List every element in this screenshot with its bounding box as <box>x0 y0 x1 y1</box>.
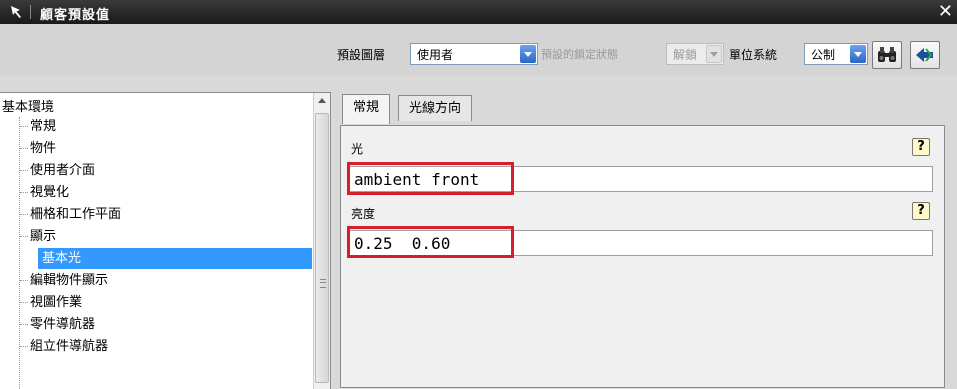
tree-item-label: 物件 <box>30 141 57 156</box>
layer-value: 使用者 <box>417 48 454 62</box>
find-button[interactable] <box>872 41 902 69</box>
tree-item-label: 組立件導航器 <box>30 339 109 354</box>
help-icon[interactable]: ? <box>912 202 930 220</box>
binoculars-icon <box>878 47 896 62</box>
tree-item-label: 柵格和工作平面 <box>30 207 122 222</box>
highlight-box-brightness <box>347 226 514 258</box>
lock-dropdown[interactable]: 解鎖 <box>666 43 724 65</box>
tree-branch <box>20 170 28 171</box>
light-label: 光 <box>351 142 364 156</box>
tree-branch <box>20 346 28 347</box>
tree-item-label: 顯示 <box>30 229 57 244</box>
tree-connector <box>19 117 20 389</box>
cursor-icon <box>11 6 21 18</box>
toolbar: 預設圖層 使用者 預設的鎖定狀態 解鎖 單位系統 公制 <box>0 24 957 76</box>
back-navigation-icon <box>916 48 933 62</box>
lock-value: 解鎖 <box>673 48 698 62</box>
lock-label: 預設的鎖定狀態 <box>541 48 618 61</box>
tree-branch <box>20 236 28 237</box>
close-icon[interactable]: ✕ <box>938 1 953 23</box>
tree-item-label: 編輯物件顯示 <box>30 273 109 288</box>
tree-item[interactable]: 編輯物件顯示 <box>20 270 312 291</box>
tree-branch <box>20 192 28 193</box>
tab-general[interactable]: 常規 <box>342 94 391 124</box>
chevron-down-icon[interactable] <box>706 45 722 63</box>
tree-item[interactable]: 基本光 <box>38 248 312 269</box>
unit-label: 單位系統 <box>729 48 778 62</box>
scroll-up-icon[interactable] <box>318 98 326 103</box>
help-icon[interactable]: ? <box>912 138 930 156</box>
tree-item-label: 零件導航器 <box>30 317 96 332</box>
tree-item[interactable]: 常規 <box>20 116 312 137</box>
layer-label: 預設圖層 <box>337 48 386 62</box>
tree-branch <box>20 148 28 149</box>
tree-root-label[interactable]: 基本環境 <box>2 96 54 115</box>
tree-branch <box>20 302 28 303</box>
chevron-down-icon[interactable] <box>850 45 866 63</box>
tree-item[interactable]: 組立件導航器 <box>20 336 312 357</box>
chevron-down-icon[interactable] <box>520 45 536 63</box>
tree-item[interactable]: 柵格和工作平面 <box>20 204 312 225</box>
tree-branch <box>20 214 28 215</box>
title-separator <box>30 5 31 19</box>
highlight-box-light <box>347 162 514 195</box>
window-title: 顧客預設值 <box>40 8 111 23</box>
grip-icon <box>320 279 326 288</box>
unit-value: 公制 <box>811 48 836 62</box>
brightness-label: 亮度 <box>351 207 376 221</box>
tree-item[interactable]: 視圖作業 <box>20 292 312 313</box>
tree-item-label: 視圖作業 <box>30 295 83 310</box>
tree-item[interactable]: 顯示 <box>20 226 312 247</box>
tab-light-direction[interactable]: 光線方向 <box>398 95 473 121</box>
tree-item[interactable]: 物件 <box>20 138 312 159</box>
title-bar: 顧客預設值 ✕ <box>0 0 957 24</box>
tree-item-label: 基本光 <box>42 251 82 266</box>
tree-item[interactable]: 視覺化 <box>20 182 312 203</box>
tree-branch <box>20 280 28 281</box>
tree-branch <box>20 324 28 325</box>
tree-item[interactable]: 零件導航器 <box>20 314 312 335</box>
scroll-thumb[interactable] <box>315 113 329 383</box>
tree-branch <box>20 126 28 127</box>
tab-strip: 常規 光線方向 <box>330 92 957 128</box>
layer-dropdown[interactable]: 使用者 <box>410 43 538 65</box>
category-tree: 基本環境 常規物件使用者介面視覺化柵格和工作平面 顯示基本光編輯物件顯示 視圖作業零… <box>0 92 331 389</box>
tree-item-label: 視覺化 <box>30 185 70 200</box>
tree-scrollbar[interactable] <box>313 93 330 389</box>
tree-item-label: 常規 <box>30 119 57 134</box>
tree-item[interactable]: 使用者介面 <box>20 160 312 181</box>
tree-item-label: 使用者介面 <box>30 163 96 178</box>
back-navigation-button[interactable] <box>910 41 940 69</box>
unit-dropdown[interactable]: 公制 <box>804 43 868 65</box>
